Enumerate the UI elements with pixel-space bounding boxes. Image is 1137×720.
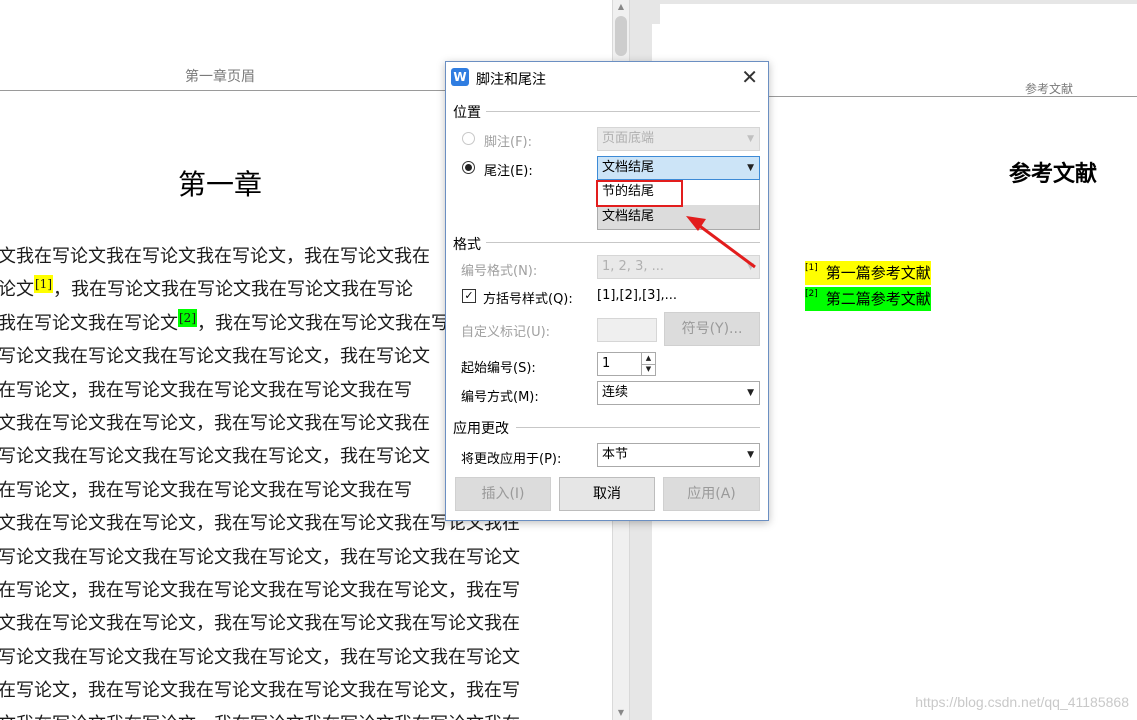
group-divider bbox=[516, 427, 760, 428]
cancel-button[interactable]: 取消 bbox=[559, 477, 655, 511]
previous-page-bottom bbox=[660, 4, 1137, 24]
body-text-run: 在写论文，我在写论文我在写论文我在写论文我在写论文，我在写 bbox=[0, 580, 520, 601]
group-divider bbox=[486, 111, 760, 112]
body-text-line: 文我在写论文我在写论文我在写论文，我在写论文我在 bbox=[0, 243, 430, 276]
body-text-run: 文我在写论文我在写论文，我在写论文我在写论文我在写论文我在 bbox=[0, 513, 520, 535]
bracket-style-preview: [1],[2],[3],... bbox=[597, 288, 678, 303]
body-text-run: 在写论文，我在写论文我在写论文我在写论文我在写 bbox=[0, 479, 412, 501]
group-title-apply: 应用更改 bbox=[453, 421, 509, 437]
custom-mark-label: 自定义标记(U): bbox=[461, 325, 551, 340]
numbering-value: 连续 bbox=[602, 385, 629, 400]
body-text-run: 在写论文，我在写论文我在写论文我在写论文我在写 bbox=[0, 379, 412, 401]
body-text-run: ，我在写论文我在写论文我在写论文我在写论 bbox=[53, 279, 413, 301]
body-text-line: 写论文我在写论文我在写论文我在写论文，我在写论文 bbox=[0, 443, 430, 476]
body-text-run: 文我在写论文我在写论文我在写论文，我在写论文我在 bbox=[0, 246, 430, 267]
number-format-label: 编号格式(N): bbox=[461, 264, 538, 279]
body-text-line: 文我在写论文我在写论文，我在写论文我在写论文我在写论文我在 bbox=[0, 510, 520, 543]
red-highlight-box bbox=[596, 180, 683, 207]
body-text-line: 写论文我在写论文我在写论文我在写论文，我在写论文我在写论文 bbox=[0, 644, 520, 677]
endnote-label: 尾注(E): bbox=[484, 164, 533, 179]
footnote-endnote-dialog: W 脚注和尾注 ✕ 位置 脚注(F): 页面底端 ▼ 尾注(E): 文档结尾 ▼… bbox=[445, 61, 769, 521]
insert-button[interactable]: 插入(I) bbox=[455, 477, 551, 511]
endnote-reference-mark[interactable]: [1] bbox=[34, 275, 53, 294]
body-text-line: 在写论文，我在写论文我在写论文我在写论文我在写论文，我在写 bbox=[0, 677, 520, 710]
body-text-line: 在写论文，我在写论文我在写论文我在写论文我在写 bbox=[0, 477, 412, 510]
body-text-run: 文我在写论文我在写论文，我在写论文我在写论文我在 bbox=[0, 413, 430, 434]
page-top-gap bbox=[652, 0, 1137, 24]
endnote-position-select[interactable]: 文档结尾 ▼ bbox=[597, 156, 760, 180]
scroll-down-icon[interactable]: ▼ bbox=[615, 708, 627, 718]
apply-to-label: 将更改应用于(P): bbox=[461, 452, 562, 467]
body-text-run: 论文 bbox=[0, 279, 34, 301]
body-text-run: 写论文我在写论文我在写论文我在写论文，我在写论文我在写论文 bbox=[0, 646, 520, 668]
body-text-run: 在写论文，我在写论文我在写论文我在写论文我在写论文，我在写 bbox=[0, 680, 520, 702]
endnote-reference-mark[interactable]: [2] bbox=[178, 308, 197, 327]
footnote-position-value: 页面底端 bbox=[602, 131, 655, 146]
group-title-format: 格式 bbox=[453, 237, 481, 253]
chevron-down-icon: ▼ bbox=[747, 262, 754, 272]
body-text-run: ，我在写论文我在写论文我在写 bbox=[197, 312, 449, 334]
footnote-position-select[interactable]: 页面底端 ▼ bbox=[597, 127, 760, 151]
reference-entry: [1] 第一篇参考文献 bbox=[805, 261, 931, 285]
dialog-title: 脚注和尾注 bbox=[476, 72, 546, 88]
dropdown-option-document-end[interactable]: 文档结尾 bbox=[598, 205, 759, 229]
chevron-down-icon: ▼ bbox=[747, 163, 754, 173]
endnote-radio[interactable] bbox=[462, 161, 475, 174]
body-text-run: 文我在写论文我在写论文，我在写论文我在写论文我在写论文我在 bbox=[0, 613, 520, 635]
body-text-run: 写论文我在写论文我在写论文我在写论文，我在写论文 bbox=[0, 346, 430, 368]
chevron-down-icon: ▼ bbox=[747, 450, 754, 460]
footnote-radio[interactable] bbox=[462, 132, 475, 145]
apply-button[interactable]: 应用(A) bbox=[663, 477, 760, 511]
spin-down-icon[interactable]: ▼ bbox=[642, 364, 655, 375]
start-number-spinner[interactable]: 1 ▲ ▼ bbox=[597, 352, 656, 376]
watermark: https://blog.csdn.net/qq_41185868 bbox=[915, 694, 1129, 710]
apply-to-value: 本节 bbox=[602, 447, 629, 462]
numbering-select[interactable]: 连续 ▼ bbox=[597, 381, 760, 405]
start-number-label: 起始编号(S): bbox=[461, 361, 536, 376]
group-divider bbox=[486, 242, 760, 243]
number-format-select[interactable]: 1, 2, 3, ... ▼ bbox=[597, 255, 760, 279]
close-icon[interactable]: ✕ bbox=[741, 65, 758, 89]
spinner-buttons: ▲ ▼ bbox=[641, 353, 655, 375]
bracket-style-checkbox[interactable]: ✓ bbox=[462, 289, 476, 303]
body-text-line: 论文[1]，我在写论文我在写论文我在写论文我在写论 bbox=[0, 275, 413, 309]
scroll-up-icon[interactable]: ▲ bbox=[615, 2, 627, 12]
start-number-value: 1 bbox=[602, 356, 611, 371]
chapter-title: 第一章 bbox=[177, 168, 262, 201]
custom-mark-input[interactable] bbox=[597, 318, 657, 342]
body-text-line: 我在写论文我在写论文[2]，我在写论文我在写论文我在写 bbox=[0, 308, 449, 343]
page-header-references: 参考文献 bbox=[1024, 82, 1073, 96]
page-header: 第一章页眉 bbox=[185, 69, 255, 85]
reference-entry: [2] 第二篇参考文献 bbox=[805, 287, 931, 311]
body-text-line: 写论文我在写论文我在写论文我在写论文，我在写论文 bbox=[0, 343, 430, 376]
reference-text: 第二篇参考文献 bbox=[825, 290, 931, 308]
endnote-position-value: 文档结尾 bbox=[602, 160, 655, 175]
reference-text: 第一篇参考文献 bbox=[825, 264, 931, 282]
endnote-marker: [1] bbox=[805, 263, 818, 273]
wps-app-icon: W bbox=[451, 68, 469, 86]
dialog-titlebar[interactable]: W 脚注和尾注 ✕ bbox=[446, 62, 768, 94]
group-title-position: 位置 bbox=[453, 105, 481, 121]
body-text-line: 在写论文，我在写论文我在写论文我在写论文我在写 bbox=[0, 377, 412, 410]
number-format-value: 1, 2, 3, ... bbox=[602, 259, 665, 274]
body-text-line: 写论文我在写论文我在写论文我在写论文，我在写论文我在写论文 bbox=[0, 544, 520, 577]
apply-to-select[interactable]: 本节 ▼ bbox=[597, 443, 760, 467]
references-title: 参考文献 bbox=[1008, 162, 1097, 187]
symbol-button[interactable]: 符号(Y)... bbox=[664, 312, 760, 346]
body-text-line: 文我在写论文我在写论文，我在写论文我在写论文我在写论文我在 bbox=[0, 711, 520, 720]
endnote-marker: [2] bbox=[805, 289, 818, 299]
body-text-run: 写论文我在写论文我在写论文我在写论文，我在写论文我在写论文 bbox=[0, 546, 520, 568]
body-text-line: 文我在写论文我在写论文，我在写论文我在写论文我在写论文我在 bbox=[0, 610, 520, 643]
chevron-down-icon: ▼ bbox=[747, 388, 754, 398]
numbering-label: 编号方式(M): bbox=[461, 390, 539, 405]
body-text-line: 文我在写论文我在写论文，我在写论文我在写论文我在 bbox=[0, 410, 430, 443]
body-text-run: 我在写论文我在写论文 bbox=[0, 312, 178, 334]
bracket-style-label: 方括号样式(Q): bbox=[483, 292, 573, 307]
body-text-run: 写论文我在写论文我在写论文我在写论文，我在写论文 bbox=[0, 446, 430, 468]
body-text-run: 文我在写论文我在写论文，我在写论文我在写论文我在写论文我在 bbox=[0, 714, 520, 720]
chevron-down-icon: ▼ bbox=[747, 134, 754, 144]
scroll-thumb[interactable] bbox=[615, 16, 627, 56]
body-text-line: 在写论文，我在写论文我在写论文我在写论文我在写论文，我在写 bbox=[0, 577, 520, 610]
footnote-label: 脚注(F): bbox=[484, 135, 533, 150]
